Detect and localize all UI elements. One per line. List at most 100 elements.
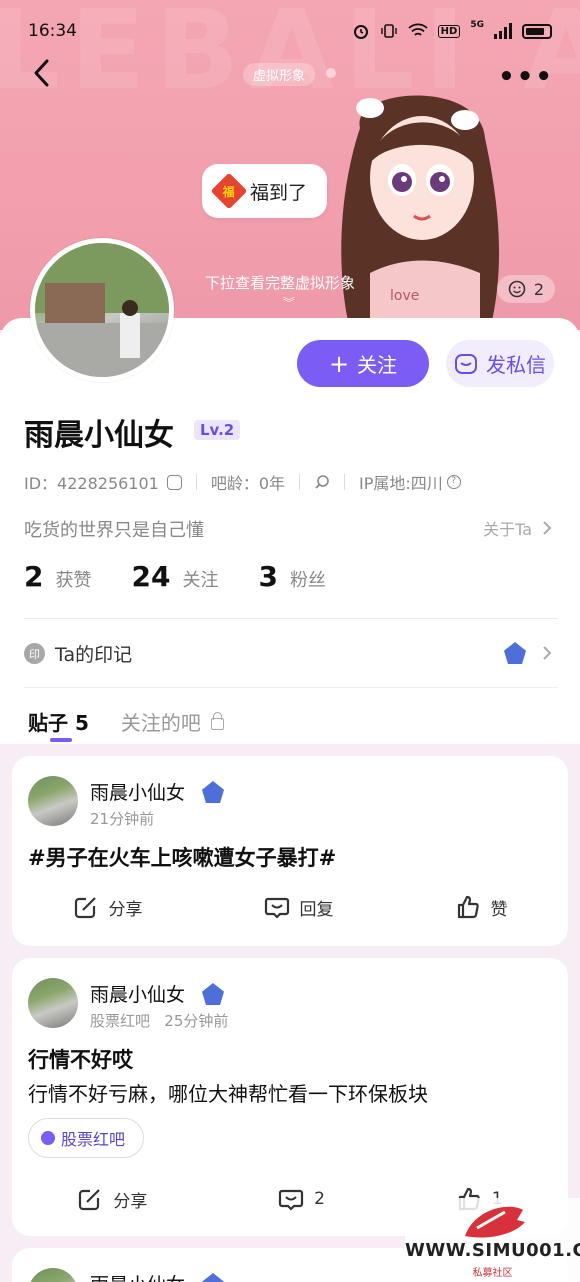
forum-tag-label: 股票红吧 [61, 1130, 126, 1149]
stat-label: 粉丝 [289, 570, 326, 591]
back-arrow-icon[interactable] [28, 58, 58, 88]
chevron-down-icon: ︾ [283, 296, 296, 310]
signal-icon [494, 23, 512, 39]
thumbs-up-icon [457, 895, 479, 919]
svg-text:love: love [390, 288, 419, 304]
about-label: 关于Ta [483, 520, 532, 539]
stat-number: 2 [24, 560, 44, 593]
hd-badge: HD [437, 24, 461, 38]
stat-following[interactable]: 24 关注 [131, 560, 218, 593]
status-bar: 16:34 HD 5G [0, 0, 580, 62]
post-author-name[interactable]: 雨晨小仙女 [90, 778, 185, 805]
status-time: 16:34 [28, 21, 77, 41]
reply-count: 2 [314, 1189, 325, 1209]
copy-icon[interactable] [166, 474, 182, 490]
search-icon[interactable] [314, 474, 330, 490]
virtual-avatar-chip[interactable]: 虚拟形象 [243, 63, 316, 86]
post-body: 行情不好亏麻，哪位大神帮忙看一下环保板块 [28, 1082, 428, 1106]
share-icon [74, 897, 96, 919]
bio: 吃货的世界只是自己懂 [24, 520, 204, 541]
message-icon [455, 353, 477, 374]
reply-label: 回复 [299, 899, 334, 920]
lock-icon [210, 711, 224, 730]
battery-icon [522, 23, 552, 39]
post-meta: 股票红吧 25分钟前 [90, 1012, 229, 1030]
stat-label: 获赞 [55, 570, 92, 591]
post-title: #男子在火车上咳嗽遭女子暴打# [28, 846, 337, 870]
comment-icon [264, 897, 289, 919]
meta-divider [195, 474, 197, 490]
post-actions: 分享 回复 赞 [12, 894, 568, 920]
ip-location: IP属地:四川 [359, 474, 443, 493]
post-author-avatar[interactable] [28, 978, 78, 1028]
avatar-like-count: 2 [533, 279, 545, 299]
stat-number: 24 [131, 560, 171, 593]
planet-icon [41, 1131, 55, 1145]
imprint-medals[interactable] [504, 642, 552, 664]
wifi-icon [408, 23, 428, 36]
pull-down-hint: 下拉查看完整虚拟形象 [205, 274, 356, 292]
plus-icon: + [328, 349, 350, 378]
message-label: 发私信 [486, 353, 546, 377]
imprint-label: Ta的印记 [55, 644, 133, 666]
tab-followed-forums[interactable]: 关注的吧 [121, 707, 224, 736]
fu-icon: 福 [210, 172, 248, 210]
virtual-avatar-character[interactable]: love [330, 68, 510, 330]
meta-divider [344, 474, 346, 490]
like-button[interactable]: 赞 [455, 894, 508, 920]
post-author-avatar[interactable] [28, 1268, 78, 1282]
post-author-avatar[interactable] [28, 776, 78, 826]
profile-tabs: 贴子 5 关注的吧 [28, 707, 224, 736]
post-time: 21分钟前 [90, 810, 155, 828]
watermark-logo [465, 1206, 525, 1238]
user-id: ID：4228256101 [24, 474, 159, 493]
share-icon [79, 1189, 101, 1211]
divider [24, 687, 558, 688]
reply-button[interactable]: 2 [278, 1186, 325, 1212]
about-ta-link[interactable]: 关于Ta [483, 516, 552, 540]
avatar-like-pill[interactable]: 2 [497, 275, 555, 303]
smile-icon [508, 280, 526, 298]
imprint-row[interactable]: 印 Ta的印记 [24, 640, 132, 667]
site-watermark: WWW.SIMU001.CN 私募社区 [405, 1198, 580, 1282]
post-card[interactable]: 雨晨小仙女 21分钟前 #男子在火车上咳嗽遭女子暴打# 分享 回复 赞 [12, 756, 568, 946]
follow-label: 关注 [357, 353, 398, 377]
stat-likes[interactable]: 2 获赞 [24, 560, 91, 593]
profile-meta-row: ID：4228256101 吧龄：0年 IP属地:四川 ? [24, 470, 461, 494]
medal-icon [202, 1273, 224, 1282]
post-title: 行情不好哎 [28, 1048, 133, 1072]
share-label: 分享 [113, 1191, 148, 1212]
post-author-name[interactable]: 雨晨小仙女 [90, 1270, 185, 1282]
meta-divider [299, 474, 301, 490]
status-icons: HD 5G [352, 20, 552, 40]
alarm-icon [353, 25, 368, 39]
tab-label: 关注的吧 [120, 711, 201, 735]
username: 雨晨小仙女 [24, 418, 174, 453]
signal-label: 5G [470, 20, 484, 30]
speech-bubble: 福 福到了 [202, 164, 328, 218]
stat-number: 3 [258, 560, 278, 593]
help-icon[interactable]: ? [446, 475, 461, 489]
tab-posts[interactable]: 贴子 5 [28, 707, 89, 736]
reply-button[interactable]: 回复 [264, 894, 334, 920]
medal-icon [504, 642, 526, 664]
like-label: 赞 [490, 899, 508, 920]
stat-fans[interactable]: 3 粉丝 [258, 560, 325, 593]
share-button[interactable]: 分享 [73, 894, 143, 920]
share-label: 分享 [108, 899, 143, 920]
share-button[interactable]: 分享 [77, 1186, 147, 1212]
profile-avatar[interactable] [30, 238, 174, 382]
medal-icon [202, 781, 224, 803]
watermark-subtext: 私募社区 [472, 1268, 513, 1279]
active-tab-indicator [50, 738, 72, 742]
avatar-photo [35, 243, 169, 377]
vibrate-icon [380, 24, 397, 38]
level-badge[interactable]: Lv.2 [194, 420, 241, 440]
forum-tag[interactable]: 股票红吧 [28, 1118, 145, 1158]
follow-button[interactable]: + 关注 [297, 340, 429, 387]
chevron-right-icon [543, 521, 552, 535]
post-author-name[interactable]: 雨晨小仙女 [90, 980, 185, 1007]
post-card[interactable]: 雨晨小仙女 股票红吧 25分钟前 行情不好哎 行情不好亏麻，哪位大神帮忙看一下环… [12, 958, 568, 1236]
imprint-icon: 印 [24, 643, 45, 664]
private-message-button[interactable]: 发私信 [446, 340, 554, 387]
